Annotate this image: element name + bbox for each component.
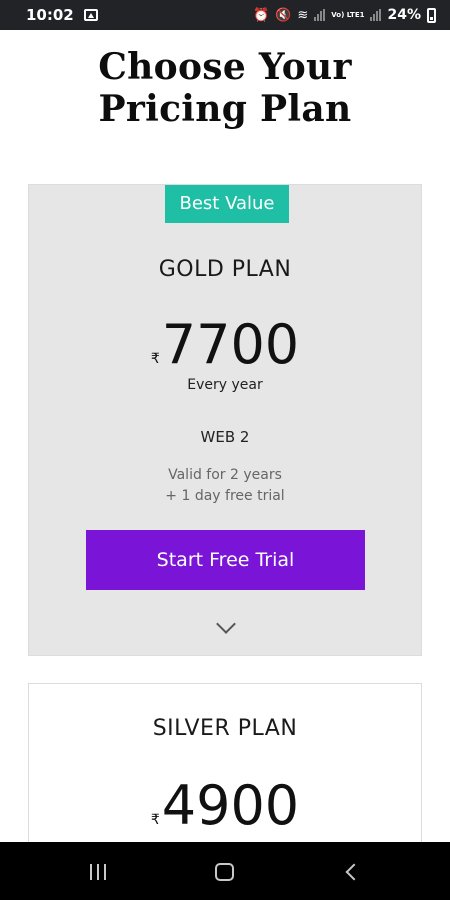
back-icon[interactable] [345, 863, 363, 881]
status-bar: 10:02 ⏰ 🔇 ≋ Vo) LTE1 24% [0, 0, 450, 30]
silver-plan-price: ₹4900 [29, 776, 421, 850]
start-free-trial-button[interactable]: Start Free Trial [86, 530, 365, 590]
gallery-icon [83, 9, 98, 21]
currency-symbol: ₹ [150, 812, 160, 828]
mute-icon: 🔇 [275, 7, 292, 23]
gold-price-value: 7700 [161, 313, 300, 376]
status-time: 10:02 [26, 6, 74, 24]
system-nav-bar [0, 842, 450, 900]
signal-icon [314, 9, 326, 21]
signal-icon-2 [370, 9, 382, 21]
gold-plan-name: GOLD PLAN [158, 257, 292, 282]
gold-plan-period: Every year [187, 377, 263, 393]
volte-label: Vo) LTE1 [331, 10, 365, 19]
home-icon[interactable] [215, 863, 234, 881]
gold-plan-tier: WEB 2 [200, 428, 250, 446]
silver-plan-card: SILVER PLAN ₹4900 [28, 683, 422, 863]
recents-icon[interactable] [90, 864, 106, 880]
chevron-down-icon[interactable] [216, 614, 236, 634]
currency-symbol: ₹ [150, 351, 160, 367]
page-title-line1: Choose Your [98, 46, 352, 88]
battery-percent: 24% [387, 7, 421, 23]
validity-line2: + 1 day free trial [165, 488, 285, 504]
wifi-icon: ≋ [297, 7, 309, 23]
battery-icon [427, 7, 436, 23]
gold-plan-card: Best Value GOLD PLAN ₹7700 Every year WE… [28, 184, 422, 656]
page-title-line2: Pricing Plan [98, 88, 352, 130]
status-icons: ⏰ 🔇 ≋ Vo) LTE1 24% [253, 7, 436, 23]
best-value-badge: Best Value [165, 185, 289, 223]
silver-price-value: 4900 [161, 774, 300, 837]
gold-plan-validity: Valid for 2 years + 1 day free trial [29, 465, 421, 507]
validity-line1: Valid for 2 years [168, 467, 282, 483]
alarm-icon: ⏰ [252, 7, 270, 23]
silver-plan-name: SILVER PLAN [152, 716, 298, 741]
page-title: Choose Your Pricing Plan [0, 46, 450, 130]
